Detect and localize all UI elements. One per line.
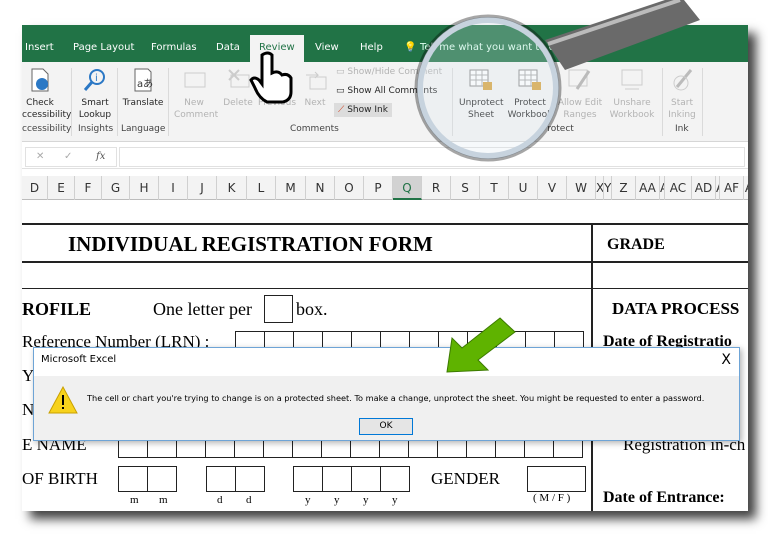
magnifier-icon [414,0,700,162]
hand-cursor-icon [249,51,293,104]
overlay-graphics [249,0,700,373]
green-arrow-icon [446,317,516,373]
